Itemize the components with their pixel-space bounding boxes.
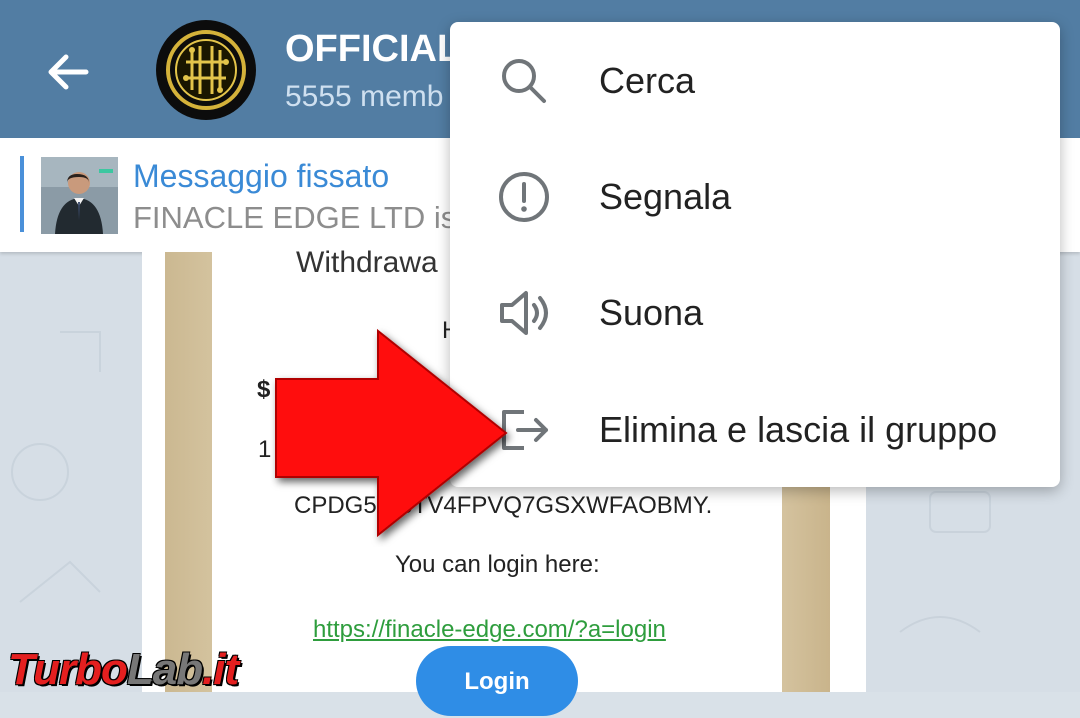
search-icon [496,53,552,109]
pinned-title: Messaggio fissato [133,158,390,194]
report-icon [496,169,552,225]
watermark-part: .it [202,645,239,694]
watermark-part: Lab [126,645,203,694]
member-count: 5555 memb [285,80,444,113]
chat-title[interactable]: OFFICIAL [285,28,460,71]
login-button[interactable]: Login [416,646,578,716]
pinned-preview: FINACLE EDGE LTD is [133,200,457,235]
login-link[interactable]: https://finacle-edge.com/?a=login [313,616,666,644]
group-logo-icon [159,23,253,117]
pinned-thumbnail [41,157,118,234]
back-button[interactable] [42,46,94,98]
menu-label-sound: Suona [599,292,704,333]
menu-label-leave-group: Elimina e lascia il gruppo [599,409,998,450]
turbolab-watermark: TurboLab.it [8,645,239,695]
watermark-part: Turbo [8,645,128,694]
card-line: $ [257,376,271,403]
pinned-accent-bar [20,156,24,232]
menu-label-report: Segnala [599,176,732,217]
group-avatar[interactable] [156,20,256,120]
red-arrow-annotation [270,325,530,547]
person-photo-icon [41,157,118,234]
card-heading: Withdrawa [296,246,438,279]
card-line: You can login here: [395,551,600,578]
back-arrow-icon [48,54,89,90]
menu-label-search: Cerca [599,60,696,101]
